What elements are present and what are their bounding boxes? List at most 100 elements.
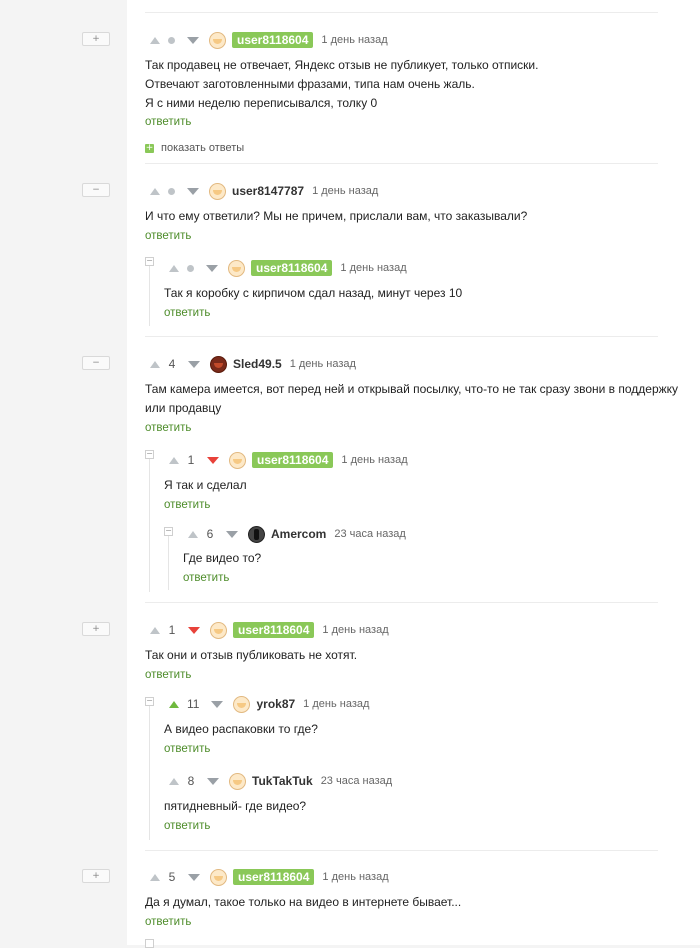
avatar[interactable] bbox=[210, 355, 227, 373]
upvote-icon[interactable] bbox=[150, 873, 160, 881]
show-replies-button[interactable]: + показать ответы bbox=[145, 142, 244, 154]
comment-text: А видео распаковки то где? bbox=[164, 722, 318, 736]
comment-line: Отвечают заготовленными фразами, типа на… bbox=[145, 77, 475, 91]
reply-link[interactable]: ответить bbox=[164, 820, 210, 832]
avatar[interactable] bbox=[248, 525, 265, 543]
reply-link[interactable]: ответить bbox=[145, 916, 191, 928]
downvote-icon[interactable] bbox=[207, 777, 219, 785]
score-neutral-icon bbox=[168, 36, 175, 44]
upvote-icon[interactable] bbox=[150, 360, 160, 368]
comment-separator bbox=[145, 850, 658, 851]
thread-line bbox=[149, 456, 150, 592]
comment-time[interactable]: 1 день назад bbox=[303, 698, 369, 710]
upvote-icon[interactable] bbox=[169, 264, 179, 272]
thread-toggle[interactable]: − bbox=[145, 257, 154, 266]
collapse-thread-button[interactable]: − bbox=[82, 183, 110, 197]
upvote-icon[interactable] bbox=[150, 187, 160, 195]
comment-score: 1 bbox=[168, 623, 176, 637]
username[interactable]: Sled49.5 bbox=[233, 357, 282, 371]
downvote-icon[interactable] bbox=[188, 626, 200, 634]
downvote-icon[interactable] bbox=[207, 456, 219, 464]
comment-time[interactable]: 1 день назад bbox=[312, 185, 378, 197]
thread-line bbox=[149, 264, 150, 326]
comment-time[interactable]: 1 день назад bbox=[340, 262, 406, 274]
reply-link[interactable]: ответить bbox=[164, 307, 210, 319]
avatar[interactable] bbox=[229, 451, 246, 469]
username[interactable]: user8147787 bbox=[232, 184, 304, 198]
comment-header: 1 user8118604 1 день назад bbox=[150, 621, 389, 639]
downvote-icon[interactable] bbox=[188, 360, 200, 368]
downvote-icon[interactable] bbox=[211, 700, 224, 708]
comment-header: user8118604 1 день назад bbox=[150, 31, 388, 49]
comment-header: user8147787 1 день назад bbox=[150, 182, 378, 200]
thread-toggle[interactable] bbox=[145, 939, 154, 948]
comment-time[interactable]: 23 часа назад bbox=[321, 775, 392, 787]
expand-thread-button[interactable]: + bbox=[82, 869, 110, 883]
downvote-icon[interactable] bbox=[187, 36, 199, 44]
downvote-icon[interactable] bbox=[188, 873, 200, 881]
comment-time[interactable]: 1 день назад bbox=[290, 358, 356, 370]
expand-thread-button[interactable]: + bbox=[82, 622, 110, 636]
username[interactable]: user8118604 bbox=[251, 260, 333, 276]
upvote-icon[interactable] bbox=[169, 777, 179, 785]
username[interactable]: user8118604 bbox=[232, 32, 314, 48]
upvote-icon[interactable] bbox=[169, 700, 179, 708]
username[interactable]: user8118604 bbox=[233, 869, 315, 885]
upvote-icon[interactable] bbox=[169, 456, 179, 464]
comment-score: 1 bbox=[187, 453, 195, 467]
downvote-icon[interactable] bbox=[206, 264, 218, 272]
comment-text: Так я коробку с кирпичом сдал назад, мин… bbox=[164, 286, 463, 300]
show-replies-label: показать ответы bbox=[161, 142, 245, 154]
username[interactable]: yrok87 bbox=[256, 697, 295, 711]
thread-toggle[interactable]: − bbox=[145, 450, 154, 459]
comment-line: или продавцу bbox=[145, 401, 222, 415]
reply-link[interactable]: ответить bbox=[145, 230, 191, 242]
upvote-icon[interactable] bbox=[150, 626, 160, 634]
avatar[interactable] bbox=[210, 868, 227, 886]
avatar[interactable] bbox=[210, 621, 227, 639]
avatar[interactable] bbox=[233, 695, 251, 713]
comment-time[interactable]: 1 день назад bbox=[322, 624, 388, 636]
comment-separator bbox=[145, 163, 658, 164]
comment-header: 5 user8118604 1 день назад bbox=[150, 868, 389, 886]
downvote-icon[interactable] bbox=[226, 530, 238, 538]
upvote-icon[interactable] bbox=[188, 530, 198, 538]
comment-separator bbox=[145, 336, 658, 337]
avatar[interactable] bbox=[229, 772, 246, 790]
username[interactable]: user8118604 bbox=[233, 622, 315, 638]
avatar[interactable] bbox=[209, 31, 226, 49]
reply-link[interactable]: ответить bbox=[145, 422, 191, 434]
comment-header: 11 yrok87 1 день назад bbox=[169, 695, 369, 713]
comment-text: Там камера имеется, вот перед ней и откр… bbox=[145, 380, 678, 418]
downvote-icon[interactable] bbox=[187, 187, 199, 195]
comment-time[interactable]: 1 день назад bbox=[322, 871, 388, 883]
thread-toggle[interactable]: − bbox=[145, 697, 154, 706]
comment-line: Там камера имеется, вот перед ней и откр… bbox=[145, 382, 679, 396]
username[interactable]: Amercom bbox=[271, 527, 326, 541]
thread-toggle[interactable]: − bbox=[164, 527, 173, 536]
comment-text: И что ему ответили? Мы не причем, присла… bbox=[145, 209, 528, 223]
reply-link[interactable]: ответить bbox=[164, 743, 210, 755]
comment-text: Где видео то? bbox=[183, 551, 262, 565]
comment-separator bbox=[145, 12, 658, 13]
comment-header: 8 TukTakTuk 23 часа назад bbox=[169, 772, 392, 790]
username[interactable]: TukTakTuk bbox=[252, 774, 313, 788]
comment-time[interactable]: 1 день назад bbox=[321, 34, 387, 46]
avatar[interactable] bbox=[209, 182, 226, 200]
expand-thread-button[interactable]: + bbox=[82, 32, 110, 46]
upvote-icon[interactable] bbox=[150, 36, 160, 44]
reply-link[interactable]: ответить bbox=[164, 499, 210, 511]
comment-text: Так продавец не отвечает, Яндекс отзыв н… bbox=[145, 56, 538, 113]
reply-link[interactable]: ответить bbox=[145, 116, 191, 128]
comment-time[interactable]: 23 часа назад bbox=[334, 528, 405, 540]
reply-link[interactable]: ответить bbox=[145, 669, 191, 681]
reply-link[interactable]: ответить bbox=[183, 572, 229, 584]
comment-score: 8 bbox=[187, 774, 195, 788]
username[interactable]: user8118604 bbox=[252, 452, 334, 468]
comment-line: Так продавец не отвечает, Яндекс отзыв н… bbox=[145, 58, 539, 72]
comment-time[interactable]: 1 день назад bbox=[341, 454, 407, 466]
collapse-thread-button[interactable]: − bbox=[82, 356, 110, 370]
score-neutral-icon bbox=[187, 264, 194, 272]
avatar[interactable] bbox=[228, 259, 245, 277]
comment-text: пятидневный- где видео? bbox=[164, 799, 307, 813]
